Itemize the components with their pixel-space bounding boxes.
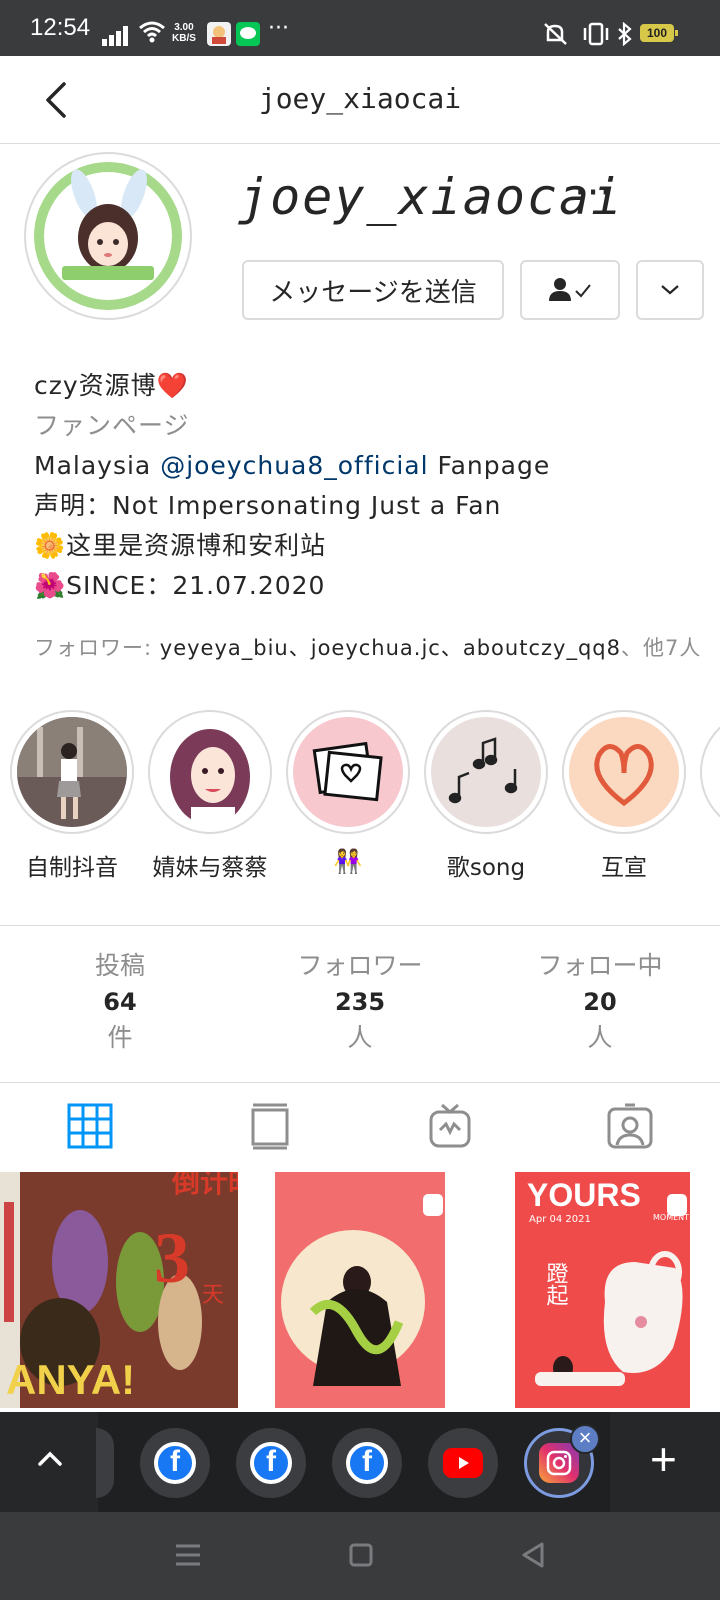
bio-line-3: 🌼这里是资源博和安利站 [34, 531, 327, 560]
facebook-icon: f [250, 1442, 292, 1484]
dock-app-facebook[interactable]: f [140, 1428, 210, 1498]
tab-tagged[interactable] [600, 1100, 660, 1152]
highlight-label: 👭 [333, 849, 363, 875]
notification-app-icon [207, 22, 231, 46]
igtv-icon [429, 1103, 471, 1148]
post-sub-text: Apr 04 2021 [529, 1214, 591, 1225]
more-options-icon[interactable]: ··· [574, 170, 612, 216]
highlight-item[interactable]: 👭 [286, 710, 410, 875]
tab-grid[interactable] [60, 1100, 120, 1152]
post-side-text: 天 [202, 1283, 224, 1308]
highlight-label: 互宣 [601, 855, 647, 881]
more-notifications-icon: ··· [268, 16, 289, 41]
youtube-icon [443, 1448, 483, 1478]
tagged-icon [607, 1103, 653, 1149]
post-thumbnail[interactable] [275, 1172, 445, 1408]
status-bar: 12:54 3.00 KB/S ··· 100 [0, 0, 720, 56]
page-title: joey_xiaocai [258, 82, 462, 115]
highlight-label: 自制抖音 [26, 855, 118, 881]
post-big-number: 3 [154, 1218, 190, 1298]
home-icon[interactable] [348, 1542, 374, 1568]
facebook-icon: f [346, 1442, 388, 1484]
post-text-top: 倒计时 [171, 1172, 238, 1199]
bio-line-4: 🌺SINCE：21.07.2020 [34, 571, 326, 600]
highlight-item-partial[interactable] [700, 710, 720, 834]
battery-icon: 100 [640, 24, 678, 42]
facebook-icon: f [154, 1442, 196, 1484]
menu-icon[interactable] [174, 1542, 202, 1568]
bio-line-2: 声明：Not Impersonating Just a Fan [34, 491, 502, 520]
stat-posts: 投稿 64 件 [94, 951, 145, 1052]
mute-icon [544, 23, 567, 45]
highlight-item[interactable]: 歌song [424, 710, 548, 882]
dock-app-partial [96, 1428, 114, 1498]
followed-by-text[interactable]: フォロワー: yeyeya_biu、joeychua.jc、aboutczy_q… [34, 632, 701, 662]
bluetooth-icon [618, 22, 632, 46]
profile-bio: czy资源博❤️ ファンページ Malaysia @joeychua8_offi… [34, 366, 694, 606]
vibrate-icon [583, 22, 609, 46]
stat-followers[interactable]: フォロワー 235 人 [240, 946, 480, 1054]
dock-app-facebook[interactable]: f [236, 1428, 306, 1498]
top-nav-bar: joey_xiaocai [0, 56, 720, 144]
feed-icon [251, 1103, 289, 1150]
system-nav-bar [0, 1512, 720, 1600]
highlight-item[interactable]: 互宣 [562, 710, 686, 882]
back-triangle-icon[interactable] [518, 1540, 548, 1570]
floating-app-dock: f f f + [0, 1412, 720, 1512]
bio-line-1: Malaysia @joeychua8_official Fanpage [34, 451, 551, 480]
chevron-down-icon [661, 285, 679, 295]
close-icon[interactable]: × [570, 1424, 600, 1454]
bio-name: czy资源博❤️ [34, 371, 189, 400]
send-message-button[interactable]: メッセージを送信 [242, 260, 504, 320]
status-time: 12:54 [30, 14, 91, 41]
highlight-item[interactable]: 自制抖音 [10, 710, 134, 882]
tab-igtv[interactable] [420, 1100, 480, 1152]
profile-avatar[interactable] [24, 152, 192, 320]
line-app-icon [236, 22, 260, 46]
add-app-button[interactable]: + [650, 1434, 677, 1484]
post-bottom-text: ANYA! [6, 1356, 135, 1403]
network-speed: 3.00 KB/S [172, 22, 196, 44]
highlight-item[interactable]: 婧妹与蔡蔡 [148, 710, 272, 882]
person-check-icon [549, 278, 591, 301]
wifi-icon [139, 21, 165, 43]
grid-icon [67, 1103, 113, 1149]
bio-mention-link[interactable]: @joeychua8_official [160, 451, 428, 480]
highlight-label: 婧妹与蔡蔡 [152, 855, 268, 881]
chevron-up-icon[interactable] [36, 1448, 64, 1470]
dock-app-youtube[interactable] [428, 1428, 498, 1498]
highlight-label: 歌song [446, 855, 526, 881]
post-thumbnail[interactable]: 倒计时 3 天 ANYA! [0, 1172, 238, 1408]
profile-username: joey_xiaocai [238, 168, 624, 226]
following-button[interactable] [520, 260, 620, 320]
dock-app-facebook[interactable]: f [332, 1428, 402, 1498]
post-header-text: YOURS [527, 1177, 641, 1213]
tab-feed[interactable] [240, 1100, 300, 1152]
divider [0, 1082, 720, 1083]
bio-category: ファンページ [34, 411, 190, 440]
suggestions-dropdown-button[interactable] [636, 260, 704, 320]
signal-icon [102, 24, 130, 46]
stat-following[interactable]: フォロー中 20 人 [480, 946, 720, 1054]
post-vertical-text: 蹬起 [543, 1262, 569, 1306]
divider [0, 925, 720, 926]
post-thumbnail[interactable]: YOURS Apr 04 2021 MOMENT 蹬起 [515, 1172, 690, 1408]
